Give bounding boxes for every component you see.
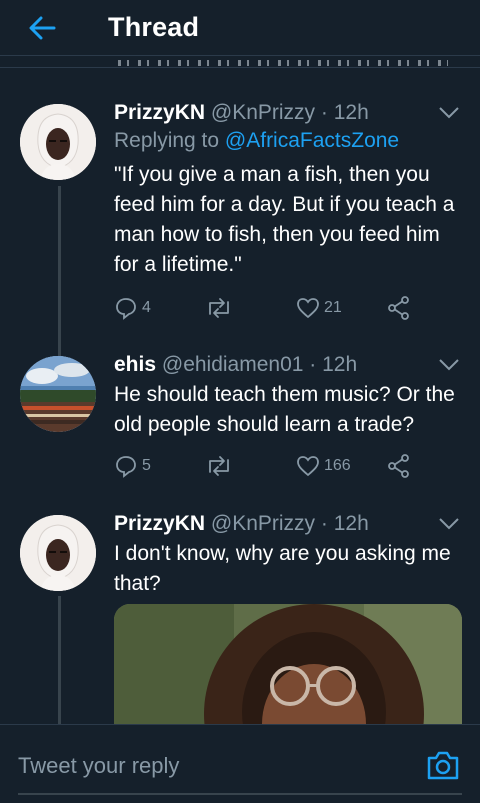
reply-composer: Tweet your reply <box>0 724 480 803</box>
reply-count: 5 <box>142 457 151 474</box>
reply-button[interactable]: 4 <box>114 296 204 320</box>
heart-icon <box>297 298 319 319</box>
chevron-down-icon[interactable] <box>438 517 460 531</box>
tweet-text: I don't know, why are you asking me that… <box>114 542 451 595</box>
tweet-text: He should teach them music? Or the old p… <box>114 383 455 436</box>
timestamp: · 12h <box>320 512 369 535</box>
replying-to: Replying to @AfricaFactsZone <box>114 126 462 156</box>
input-underline <box>18 793 462 795</box>
share-button[interactable] <box>386 453 412 479</box>
tweet-media-image[interactable] <box>114 604 462 734</box>
tweet-text: "If you give a man a fish, then you feed… <box>114 163 455 276</box>
previous-tweet-cutoff <box>0 56 480 68</box>
user-handle: @ehidiamen01 <box>161 353 304 376</box>
display-name[interactable]: PrizzyKN <box>114 101 205 124</box>
retweet-button[interactable] <box>204 454 296 478</box>
share-icon <box>388 296 409 320</box>
share-button[interactable] <box>386 295 412 321</box>
retweet-icon <box>209 456 229 476</box>
replying-label: Replying to <box>114 129 220 152</box>
display-name[interactable]: ehis <box>114 353 156 376</box>
avatar[interactable] <box>20 515 96 591</box>
share-icon <box>388 454 409 478</box>
like-count: 21 <box>324 299 342 316</box>
like-count: 166 <box>324 457 351 474</box>
arrow-left-icon <box>29 16 56 39</box>
reply-input[interactable]: Tweet your reply <box>18 753 398 779</box>
reply-button[interactable]: 5 <box>114 454 204 478</box>
timestamp: · 12h <box>309 353 358 376</box>
avatar[interactable] <box>20 104 96 180</box>
avatar[interactable] <box>20 356 96 432</box>
tweet-meta: PrizzyKN @KnPrizzy · 12h <box>114 511 462 537</box>
tweet-meta: PrizzyKN @KnPrizzy · 12h <box>114 100 462 126</box>
timestamp: · 12h <box>320 101 369 124</box>
tweet-actions: 4 21 <box>114 293 444 323</box>
reply-count: 4 <box>142 299 151 316</box>
heart-icon <box>297 456 319 477</box>
chevron-down-icon[interactable] <box>438 106 460 120</box>
mention-link[interactable]: @AfricaFactsZone <box>225 129 399 152</box>
thread-connector <box>58 596 61 726</box>
reply-icon <box>116 298 136 320</box>
retweet-button[interactable] <box>204 296 296 320</box>
user-handle: @KnPrizzy <box>210 512 316 535</box>
tweet-meta: ehis @ehidiamen01 · 12h <box>114 352 462 378</box>
app-header: Thread <box>0 0 480 56</box>
camera-icon[interactable] <box>426 749 460 781</box>
like-button[interactable]: 21 <box>296 296 386 320</box>
like-button[interactable]: 166 <box>296 454 386 478</box>
tweet-actions: 5 166 <box>114 451 444 481</box>
back-button[interactable] <box>14 0 70 56</box>
page-title: Thread <box>108 12 200 42</box>
thread-connector <box>58 186 61 356</box>
retweet-icon <box>209 298 229 318</box>
display-name[interactable]: PrizzyKN <box>114 512 205 535</box>
user-handle: @KnPrizzy <box>210 101 316 124</box>
reply-icon <box>116 456 136 478</box>
chevron-down-icon[interactable] <box>438 358 460 372</box>
